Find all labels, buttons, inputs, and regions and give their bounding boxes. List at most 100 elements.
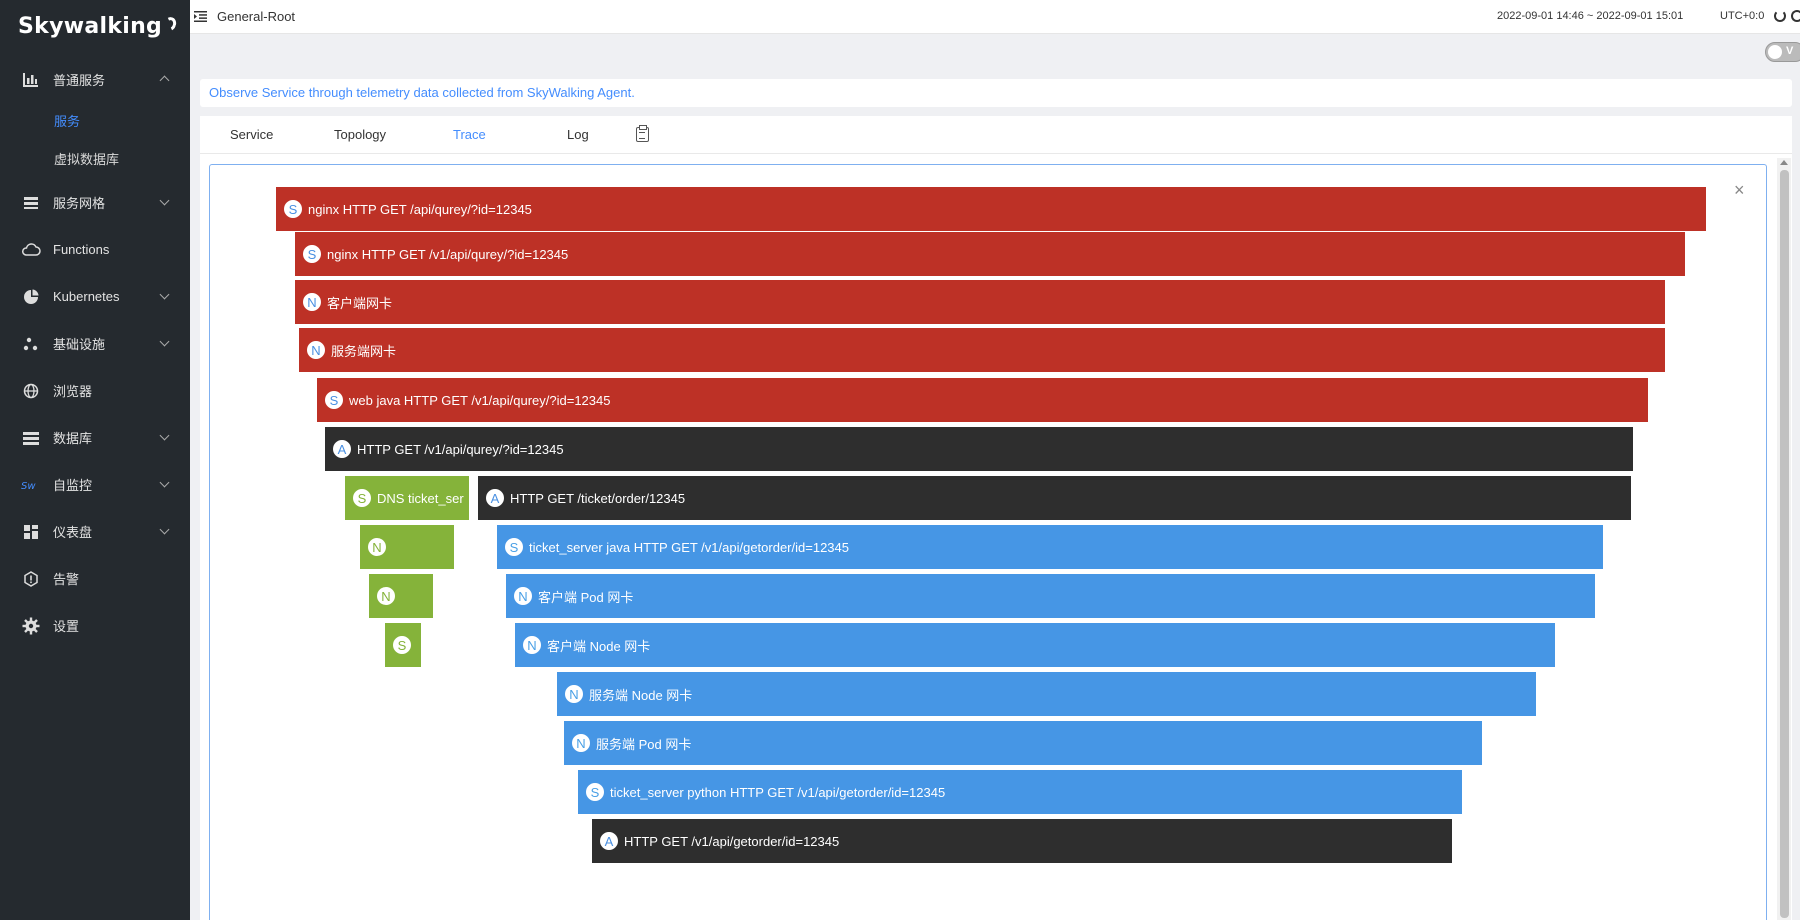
span-type-badge-icon: A: [333, 440, 351, 458]
chevron-down-icon: [159, 336, 170, 347]
span-type-badge-icon: N: [565, 685, 583, 703]
sidebar-subitem-service[interactable]: 服务: [0, 103, 190, 141]
sidebar-subitem-virtual-database[interactable]: 虚拟数据库: [0, 141, 190, 179]
vertical-scrollbar[interactable]: [1777, 158, 1791, 920]
refresh-icon[interactable]: [1774, 10, 1786, 22]
trace-span-bar[interactable]: N 客户端 Pod 网卡: [506, 574, 1595, 618]
trace-span-bar[interactable]: N 客户端网卡: [295, 280, 1665, 324]
span-type-badge-icon: S: [353, 489, 371, 507]
page-title: General-Root: [217, 9, 296, 24]
trace-span-bar[interactable]: Snginx HTTP GET /v1/api/qurey/?id=12345: [295, 232, 1685, 276]
clipboard-icon[interactable]: [636, 125, 649, 142]
chevron-down-icon: [159, 289, 170, 300]
sidebar: Skywalking 普通服务 服务 虚拟数据库 服务网格 Functions …: [0, 0, 190, 920]
sidebar-item-label: 数据库: [53, 431, 93, 446]
trace-span-bar[interactable]: Sticket_server python HTTP GET /v1/api/g…: [578, 770, 1462, 814]
span-type-badge-icon: S: [586, 783, 604, 801]
sidebar-item-settings[interactable]: 设置: [0, 602, 190, 649]
sw-icon: Sw: [21, 475, 41, 495]
span-label: web java HTTP GET /v1/api/qurey/?id=1234…: [349, 392, 611, 408]
auto-refresh-icon[interactable]: [1791, 10, 1800, 22]
sidebar-item-label: 浏览器: [53, 384, 93, 399]
span-type-badge-icon: S: [303, 245, 321, 263]
menu-fold-icon[interactable]: [194, 10, 207, 22]
description-banner: Observe Service through telemetry data c…: [200, 79, 1792, 107]
gear-icon: [21, 616, 41, 636]
logo-swirl-icon: [162, 15, 179, 33]
close-icon[interactable]: ×: [1734, 181, 1745, 199]
span-type-badge-icon: S: [325, 391, 343, 409]
trace-span-bar[interactable]: N: [360, 525, 454, 569]
sidebar-item-infrastructure[interactable]: 基础设施: [0, 320, 190, 367]
trace-span-bar[interactable]: S DNS ticket_ser: [345, 476, 469, 520]
description-text: Observe Service through telemetry data c…: [209, 85, 635, 100]
sidebar-item-browser[interactable]: 浏览器: [0, 367, 190, 414]
span-label: 服务端网卡: [331, 343, 397, 359]
span-label: nginx HTTP GET /v1/api/qurey/?id=12345: [327, 246, 569, 262]
span-label: HTTP GET /v1/api/qurey/?id=12345: [357, 441, 564, 457]
svg-text:Sw: Sw: [21, 481, 36, 491]
span-type-badge-icon: S: [284, 200, 302, 218]
trace-span-bar[interactable]: Sweb java HTTP GET /v1/api/qurey/?id=123…: [317, 378, 1648, 422]
trace-span-bar[interactable]: A HTTP GET /v1/api/qurey/?id=12345: [325, 427, 1633, 471]
span-label: 服务端 Node 网卡: [589, 687, 693, 703]
toggle-label: V: [1786, 45, 1794, 57]
sidebar-item-database[interactable]: 数据库: [0, 414, 190, 461]
sidebar-item-dashboard[interactable]: 仪表盘: [0, 508, 190, 555]
span-type-badge-icon: N: [303, 293, 321, 311]
sidebar-item-general-service[interactable]: 普通服务: [0, 56, 190, 103]
sidebar-item-alarm[interactable]: 告警: [0, 555, 190, 602]
nodes-icon: [21, 334, 41, 354]
trace-span-bar[interactable]: A HTTP GET /v1/api/getorder/id=12345: [592, 819, 1452, 863]
timezone-label[interactable]: UTC+0:0: [1720, 10, 1764, 22]
scrollbar-thumb[interactable]: [1780, 170, 1789, 918]
trace-span-bar[interactable]: Sticket_server java HTTP GET /v1/api/get…: [497, 525, 1603, 569]
trace-span-bar[interactable]: N: [369, 574, 433, 618]
span-type-badge-icon: N: [514, 587, 532, 605]
date-range-picker[interactable]: 2022-09-01 14:46 ~ 2022-09-01 15:01: [1497, 10, 1683, 22]
sidebar-item-label: 告警: [53, 572, 80, 587]
trace-span-bar[interactable]: N 服务端 Node 网卡: [557, 672, 1536, 716]
chevron-up-icon: [159, 75, 170, 86]
span-label: ticket_server python HTTP GET /v1/api/ge…: [610, 784, 946, 800]
tab-topology[interactable]: Topology: [334, 127, 386, 142]
span-label: 客户端 Pod 网卡: [538, 589, 634, 605]
sidebar-item-label: Functions: [53, 242, 110, 257]
cloud-icon: [21, 240, 41, 260]
sidebar-item-label: 服务网格: [53, 196, 106, 211]
span-label: DNS ticket_ser: [377, 490, 464, 506]
tab-service[interactable]: Service: [230, 127, 273, 142]
span-type-badge-icon: N: [572, 734, 590, 752]
sidebar-item-kubernetes[interactable]: Kubernetes: [0, 273, 190, 320]
tab-log[interactable]: Log: [567, 127, 589, 142]
sidebar-item-label: 普通服务: [53, 73, 106, 88]
trace-span-bar[interactable]: N 服务端网卡: [299, 328, 1665, 372]
list-icon: [21, 428, 41, 448]
span-label: HTTP GET /v1/api/getorder/id=12345: [624, 833, 840, 849]
scroll-up-arrow-icon[interactable]: [1780, 160, 1788, 165]
trace-flame-chart: Snginx HTTP GET /api/qurey/?id=12345 Sngi…: [209, 164, 1767, 920]
trace-span-bar[interactable]: S: [385, 623, 421, 667]
skywalking-logo[interactable]: Skywalking: [18, 14, 179, 39]
tab-trace[interactable]: Trace: [453, 127, 486, 142]
trace-span-bar[interactable]: A HTTP GET /ticket/order/12345: [478, 476, 1631, 520]
span-label: HTTP GET /ticket/order/12345: [510, 490, 686, 506]
sidebar-item-self-monitoring[interactable]: Sw 自监控: [0, 461, 190, 508]
chevron-down-icon: [159, 524, 170, 535]
span-label: nginx HTTP GET /api/qurey/?id=12345: [308, 201, 532, 217]
trace-span-bar[interactable]: N 服务端 Pod 网卡: [564, 721, 1482, 765]
chevron-down-icon: [159, 430, 170, 441]
logo-text: Skywalking: [18, 14, 163, 39]
sidebar-item-service-mesh[interactable]: 服务网格: [0, 179, 190, 226]
sidebar-item-functions[interactable]: Functions: [0, 226, 190, 273]
trace-span-bar[interactable]: Snginx HTTP GET /api/qurey/?id=12345: [276, 187, 1706, 231]
span-type-badge-icon: A: [600, 832, 618, 850]
sidebar-item-label: 仪表盘: [53, 525, 93, 540]
edit-mode-toggle[interactable]: V: [1765, 42, 1800, 62]
layers-icon: [21, 193, 41, 213]
span-label: 客户端网卡: [327, 295, 393, 311]
span-label: ticket_server java HTTP GET /v1/api/geto…: [529, 539, 849, 555]
trace-span-bar[interactable]: N 客户端 Node 网卡: [515, 623, 1555, 667]
sidebar-item-label: Kubernetes: [53, 289, 120, 304]
chevron-down-icon: [159, 477, 170, 488]
